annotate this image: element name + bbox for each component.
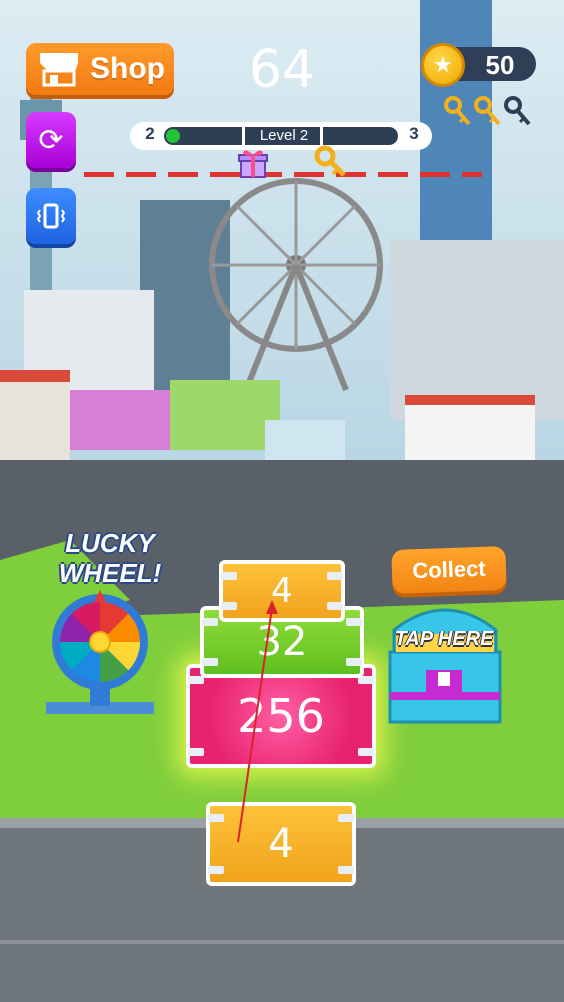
shop-button[interactable]: Shop [26, 43, 174, 95]
collect-label: Collect [411, 555, 487, 584]
box-clip [327, 602, 343, 610]
key-icon [474, 96, 501, 126]
box-clip [188, 676, 204, 684]
store-icon [40, 53, 78, 87]
vibrate-icon [36, 203, 66, 229]
box-clip [208, 866, 224, 874]
level-label: Level 2 [259, 127, 309, 144]
box-value: 256 [237, 689, 325, 743]
key-icon [444, 96, 471, 126]
box-clip [221, 602, 237, 610]
box-clip [346, 658, 362, 666]
box-clip [188, 748, 204, 756]
keys-indicator [444, 96, 532, 128]
box-clip [221, 572, 237, 580]
coin-balance: 50 [485, 50, 515, 80]
stacked-box-4: 4 [219, 560, 345, 622]
stacked-box-256: 256 [186, 664, 376, 768]
refresh-icon: ⟳ [38, 123, 64, 157]
gold-key-icon [314, 145, 346, 177]
box-value: 4 [271, 571, 293, 611]
shop-label: Shop [90, 52, 165, 85]
next-level-number: 3 [409, 124, 419, 143]
lucky-wheel-title: LUCKY WHEEL! [58, 528, 162, 588]
box-clip [358, 748, 374, 756]
box-value: 4 [268, 821, 294, 867]
box-clip [327, 572, 343, 580]
box-clip [346, 618, 362, 626]
stack-limit-line [84, 172, 482, 177]
level-progress-fill [166, 129, 180, 143]
key-empty-icon [504, 96, 531, 126]
gift-icon [238, 150, 268, 178]
box-clip [202, 658, 218, 666]
box-clip [338, 814, 354, 822]
box-clip [208, 814, 224, 822]
vibration-toggle[interactable] [26, 188, 76, 244]
current-level-number: 2 [145, 124, 155, 143]
tap-here-label: TAP HERE [394, 628, 494, 650]
box-clip [202, 618, 218, 626]
player-box[interactable]: 4 [206, 802, 356, 886]
restart-button[interactable]: ⟳ [26, 112, 76, 168]
lucky-wheel[interactable] [46, 590, 154, 716]
coin-icon: ★ [421, 43, 465, 87]
box-value: 32 [256, 619, 308, 665]
collect-button[interactable]: Collect [391, 546, 507, 594]
treasure-chest[interactable] [386, 600, 504, 726]
box-clip [338, 866, 354, 874]
score-counter: 64 [248, 40, 316, 100]
